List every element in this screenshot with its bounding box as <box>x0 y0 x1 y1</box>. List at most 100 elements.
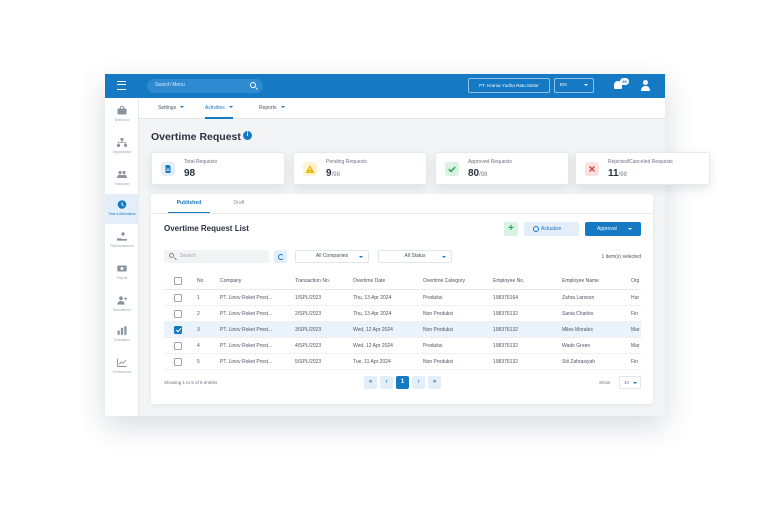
table-cell: 198376132 <box>493 311 519 317</box>
table-cell: Non Produksi <box>423 327 454 333</box>
column-header: Overtime Date <box>353 278 386 284</box>
select-all-checkbox[interactable] <box>174 277 182 285</box>
table-cell: 3 <box>197 327 200 333</box>
money-icon <box>117 265 127 272</box>
sidebar-item-recruitment[interactable]: Recruitment <box>105 290 139 320</box>
briefcase-icon <box>117 106 127 115</box>
table-cell: Wed, 12 Apr 2024 <box>353 343 393 349</box>
row-checkbox[interactable] <box>174 326 182 334</box>
table-row[interactable]: 5 PT. Linov Roket Prest... 5/SPL/2023 Tue, … <box>164 354 641 370</box>
prev-page-button[interactable]: ‹ <box>380 376 393 389</box>
sidebar-item-label: Reimbursement <box>110 244 134 248</box>
card-label: Approved Requests <box>468 159 512 165</box>
card-approved-requests: Approved Requests 80/98 <box>435 152 569 185</box>
menu-icon[interactable] <box>117 81 126 90</box>
card-value-main: 11 <box>608 168 619 179</box>
table-row[interactable]: 4 PT. Linov Roket Prest... 4/SPL/2023 Wed, … <box>164 338 641 354</box>
company-filter[interactable]: All Companies <box>295 250 369 263</box>
row-checkbox[interactable] <box>174 358 182 366</box>
table-cell: 2 <box>197 311 200 317</box>
table-cell: Non Produksi <box>423 311 454 317</box>
table-cell: 4/SPL/2023 <box>295 343 322 349</box>
module-tabs: Settings Activities Reports <box>139 98 665 119</box>
sidebar-item-label: Payroll <box>116 276 128 280</box>
table-cell: PT. Linov Roket Prest... <box>220 359 273 365</box>
sidebar-item-label: Employee <box>114 182 130 186</box>
tab-published[interactable]: Published <box>168 194 210 213</box>
column-header: Org <box>631 278 640 284</box>
tab-label: Reports <box>259 105 277 111</box>
page-size-value: 10 <box>624 380 630 385</box>
column-header: Employee Name <box>562 278 599 284</box>
table-row[interactable]: 3 PT. Linov Roket Prest... 3/SPL/2023 Wed, … <box>164 322 641 338</box>
table-cell: 1 <box>197 295 200 301</box>
row-checkbox[interactable] <box>174 294 182 302</box>
refresh-button[interactable] <box>274 250 287 263</box>
table-cell: Mar <box>631 327 640 333</box>
page-size-label: Show <box>599 380 611 385</box>
user-avatar-icon[interactable] <box>640 80 651 91</box>
table-cell: Thu, 13 Apr 2024 <box>353 295 392 301</box>
card-value-main: 80 <box>468 168 480 179</box>
check-icon <box>445 162 459 176</box>
table-cell: Miles Morales <box>562 327 593 333</box>
sidebar-item-label: Workforce <box>114 118 130 122</box>
table-cell: Hur <box>631 295 640 301</box>
card-value-suffix: /98 <box>479 172 488 178</box>
search-input[interactable]: Search <box>164 250 269 263</box>
card-total-requests: Total Requests 98 <box>151 152 285 185</box>
table-cell: 1/SPL/2023 <box>295 295 322 301</box>
page-size-select[interactable]: 10 <box>619 376 641 389</box>
sidebar-item-reimbursement[interactable]: Reimbursement <box>105 226 139 256</box>
card-value-suffix: /98 <box>331 172 340 178</box>
hand-coin-icon <box>117 232 127 241</box>
last-page-button[interactable]: » <box>428 376 441 389</box>
tab-settings[interactable]: Settings <box>158 98 185 119</box>
sidebar-item-performance[interactable]: Performance <box>105 352 139 382</box>
sidebar-item-evaluation[interactable]: Evaluation <box>105 320 139 350</box>
tab-reports[interactable]: Reports <box>259 98 285 119</box>
next-page-button[interactable]: › <box>412 376 425 389</box>
tab-draft[interactable]: Draft <box>225 194 253 213</box>
row-checkbox[interactable] <box>174 342 182 350</box>
add-button[interactable]: + <box>504 222 518 236</box>
search-menu-placeholder: Search Menu <box>155 82 185 88</box>
sidebar-item-payroll[interactable]: Payroll <box>105 258 139 288</box>
current-page-button[interactable]: 1 <box>396 376 409 389</box>
column-header: No <box>197 278 204 284</box>
table-row[interactable]: 1 PT. Linov Roket Prest... 1/SPL/2023 Thu, … <box>164 290 641 306</box>
table-row[interactable]: 2 PT. Linov Roket Prest... 2/SPL/2023 Thu, … <box>164 306 641 322</box>
language-value: EN <box>560 83 567 88</box>
table-header: No Company Transaction No. Overtime Date… <box>164 274 641 290</box>
chevron-down-icon <box>359 256 363 258</box>
sidebar-item-workforce[interactable]: Workforce <box>105 100 139 130</box>
search-icon <box>250 82 256 88</box>
table-cell: Sania Charles <box>562 311 594 317</box>
table-cell: Fin <box>631 359 638 365</box>
list-title: Overtime Request List <box>164 224 249 233</box>
chevron-down-icon <box>584 84 588 86</box>
card-value-suffix: /98 <box>618 172 627 178</box>
table-cell: 198376132 <box>493 327 519 333</box>
sidebar-item-time-attendance[interactable]: Time & Attendance <box>105 194 139 224</box>
approval-button[interactable]: Approval <box>585 222 641 236</box>
page-title: Overtime Request <box>151 131 241 143</box>
info-icon[interactable]: i <box>243 131 252 140</box>
sidebar-item-organization[interactable]: Organization <box>105 132 139 162</box>
tab-activities[interactable]: Activities <box>205 98 233 119</box>
actualize-button[interactable]: Actualize <box>524 222 579 236</box>
sidebar: Workforce Organization Employee Time & A… <box>105 98 139 416</box>
sidebar-item-employee[interactable]: Employee <box>105 164 139 194</box>
company-selector[interactable]: PT. Krama Yudha Ratu Motor <box>468 78 550 93</box>
first-page-button[interactable]: « <box>364 376 377 389</box>
card-label: Rejected/Canceled Requests <box>608 159 673 165</box>
table-cell: 4 <box>197 343 200 349</box>
status-filter[interactable]: All Status <box>378 250 452 263</box>
search-menu-input[interactable]: Search Menu <box>147 79 263 93</box>
language-selector[interactable]: EN <box>554 78 594 93</box>
selected-count: 1 item(s) selected <box>601 254 641 260</box>
card-label: Pending Requests <box>326 159 367 165</box>
column-header: Transaction No. <box>295 278 331 284</box>
row-checkbox[interactable] <box>174 310 182 318</box>
search-icon <box>169 253 174 258</box>
